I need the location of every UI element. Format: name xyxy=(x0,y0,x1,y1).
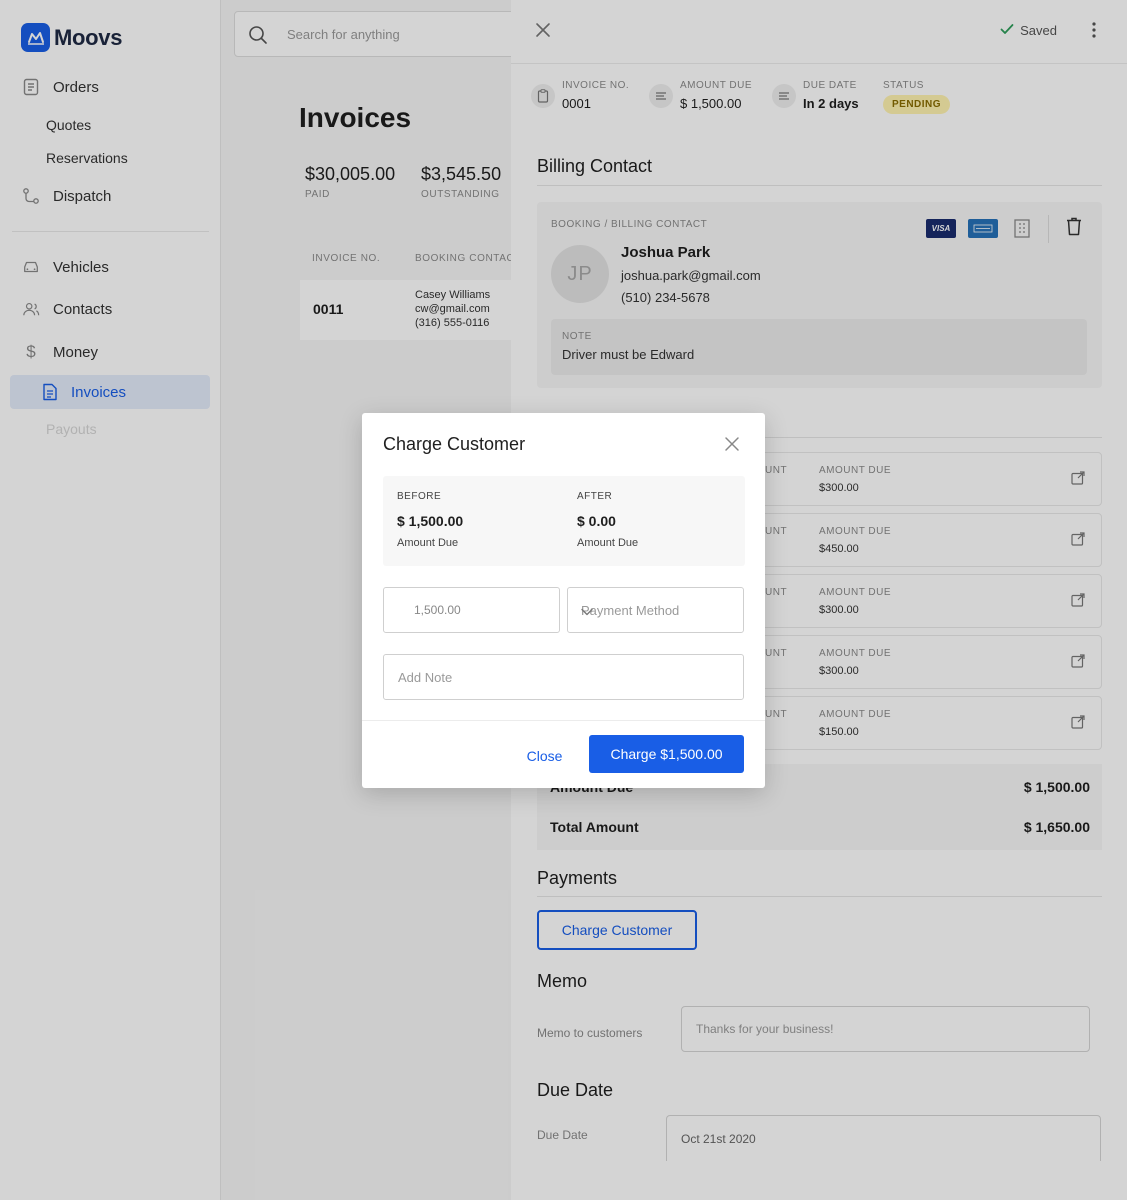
after-column: AFTER $ 0.00 Amount Due xyxy=(577,491,638,549)
charge-summary: BEFORE $ 1,500.00 Amount Due AFTER $ 0.0… xyxy=(383,476,745,566)
modal-divider xyxy=(362,720,765,721)
after-value: $ 0.00 xyxy=(577,513,638,529)
note-placeholder: Add Note xyxy=(398,670,452,685)
close-button[interactable]: Close xyxy=(512,738,577,773)
before-sub: Amount Due xyxy=(397,537,463,549)
close-icon[interactable] xyxy=(724,436,740,457)
after-sub: Amount Due xyxy=(577,537,638,549)
before-value: $ 1,500.00 xyxy=(397,513,463,529)
before-column: BEFORE $ 1,500.00 Amount Due xyxy=(397,491,463,549)
after-label: AFTER xyxy=(577,491,638,502)
add-note-input[interactable]: Add Note xyxy=(383,654,744,700)
payment-method-select[interactable]: Payment Method xyxy=(567,587,744,633)
chevron-down-icon xyxy=(581,604,729,619)
amount-value: 1,500.00 xyxy=(414,603,461,617)
amount-input[interactable]: 1,500.00 xyxy=(383,587,560,633)
before-label: BEFORE xyxy=(397,491,463,502)
charge-customer-modal: Charge Customer BEFORE $ 1,500.00 Amount… xyxy=(362,413,765,788)
charge-button[interactable]: Charge $1,500.00 xyxy=(589,735,744,773)
modal-title: Charge Customer xyxy=(383,434,525,455)
